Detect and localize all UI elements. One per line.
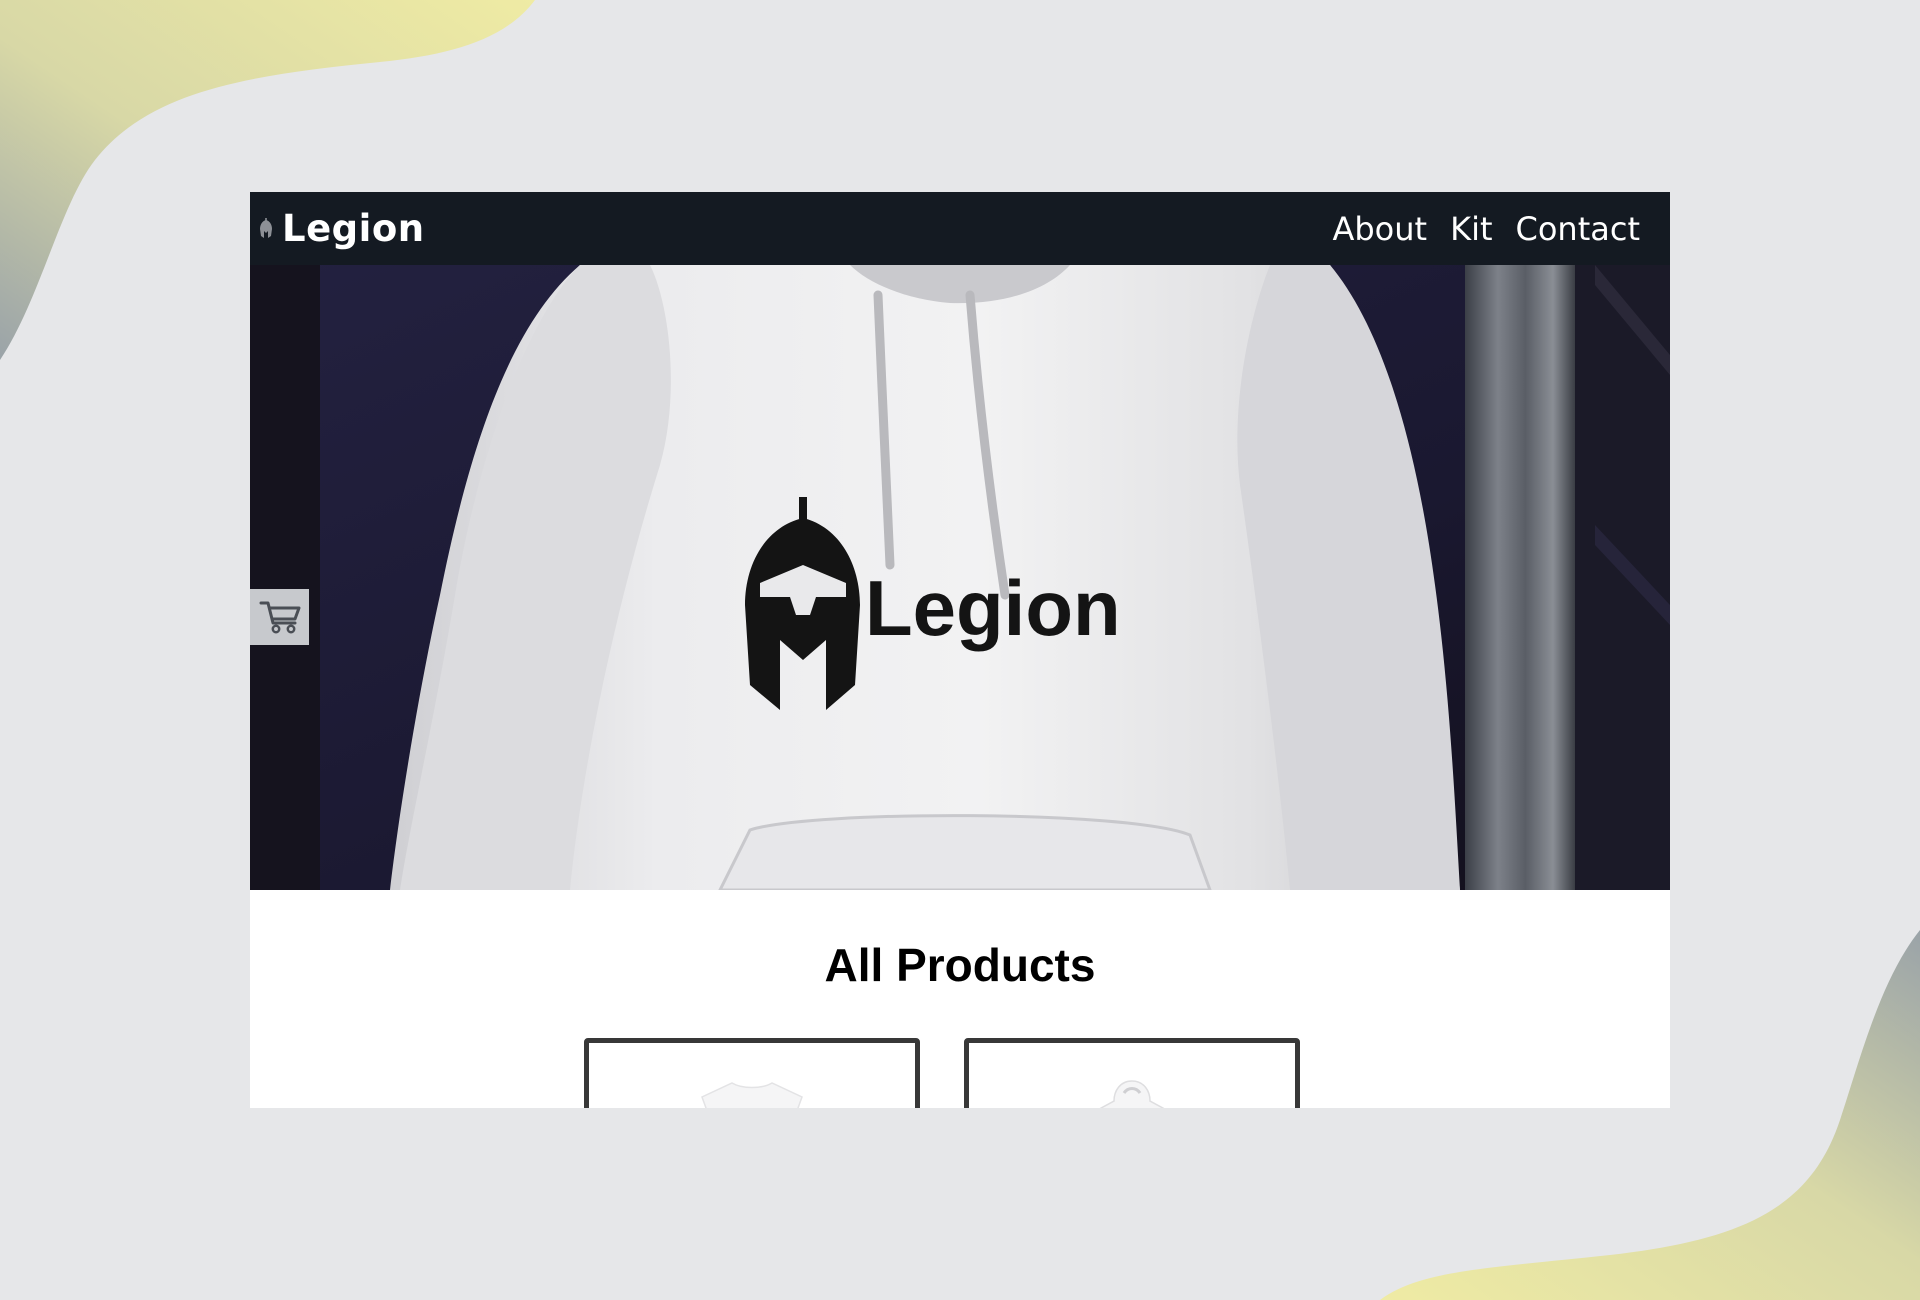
product-card-tshirt[interactable]: [584, 1038, 920, 1108]
brand-name: Legion: [282, 207, 425, 250]
helmet-logo-icon: [260, 217, 272, 238]
tshirt-image: [701, 1082, 803, 1108]
website-window: Legion About Kit Contact Legion All Prod…: [250, 192, 1670, 1108]
hoodie-image: [1099, 1080, 1165, 1108]
products-section: All Products: [250, 890, 1670, 1108]
navbar: Legion About Kit Contact: [250, 192, 1670, 265]
nav-link-contact[interactable]: Contact: [1516, 210, 1641, 248]
cart-icon: [259, 601, 300, 634]
hoodie-photo: Legion: [250, 265, 1670, 890]
section-title: All Products: [824, 939, 1096, 991]
brand-link[interactable]: Legion: [258, 207, 425, 250]
nav-links: About Kit Contact: [1332, 210, 1640, 248]
cart-button[interactable]: [250, 589, 309, 645]
hero-banner-image: Legion: [250, 265, 1670, 890]
product-card-hoodie[interactable]: [964, 1038, 1300, 1108]
nav-link-kit[interactable]: Kit: [1450, 210, 1492, 248]
nav-link-about[interactable]: About: [1332, 210, 1427, 248]
desktop-background: Legion About Kit Contact Legion All Prod…: [0, 0, 1920, 1300]
svg-text:Legion: Legion: [865, 564, 1121, 652]
